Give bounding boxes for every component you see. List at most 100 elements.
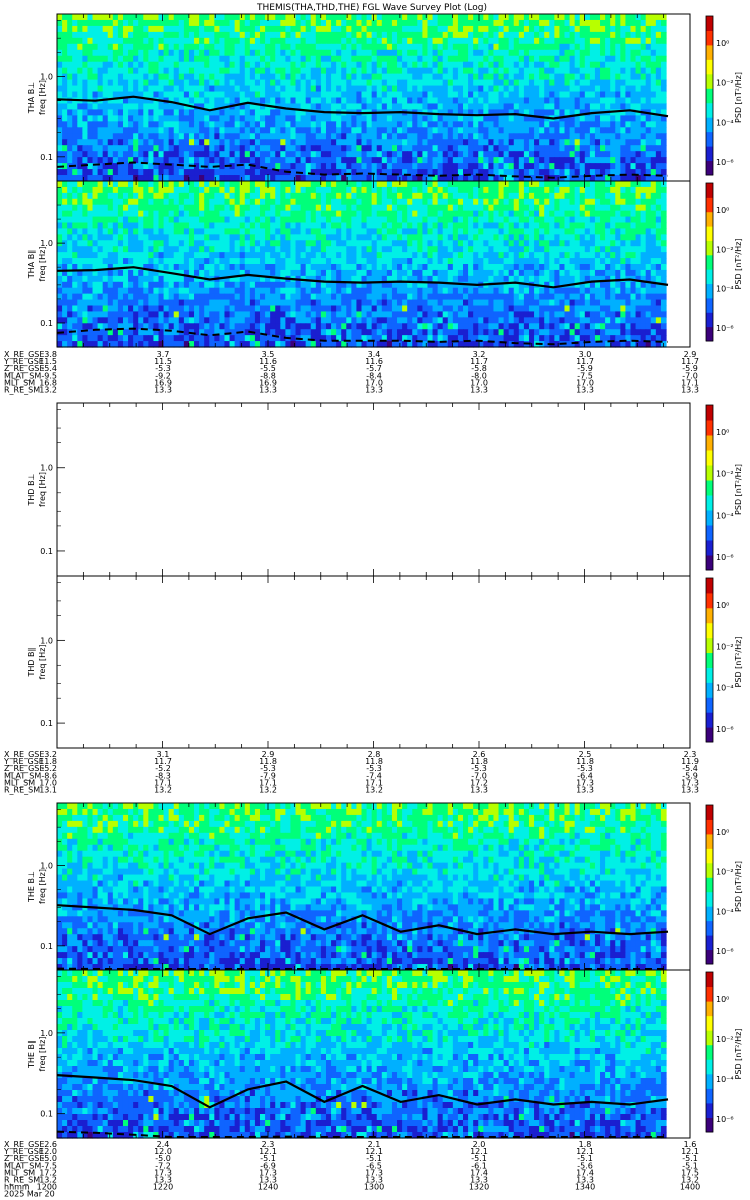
spectro-cell [97,73,104,81]
spectro-cell [498,67,505,75]
spectro-cell [463,25,469,33]
spectro-cell [209,49,215,57]
spectro-cell [336,73,342,81]
spectro-cell [620,14,626,21]
spectro-cell [173,61,180,69]
spectro-cell [427,234,434,241]
spectro-cell [275,198,281,206]
spectro-cell [295,37,302,45]
spectro-cell [270,198,276,206]
spectro-cell [554,97,561,105]
spectro-cell [523,133,530,140]
spectro-cell [483,157,489,164]
spectro-cell [528,157,535,164]
spectro-cell [356,37,363,45]
spectro-cell [539,222,545,230]
spectro-cell [300,127,307,134]
spectro-cell [188,216,195,224]
spectro-cell [625,79,632,87]
spectro-cell [168,109,175,116]
spectro-cell [224,73,231,81]
spectro-cell [640,234,647,241]
spectro-cell [528,43,535,51]
spectro-cell [107,121,114,128]
spectro-cell [473,181,479,188]
spectro-cell [148,43,155,51]
spectro-cell [447,228,454,235]
spectro-cell [610,61,616,69]
spectro-cell [219,210,226,218]
spectro-cell [655,198,662,206]
spectro-cell [376,91,383,99]
spectro-cell [645,186,652,194]
spectro-cell [544,145,550,152]
spectro-cell [173,186,180,194]
spectro-cell [600,181,606,188]
spectro-cell [122,61,129,69]
spectro-cell [412,192,418,200]
spectro-cell [133,31,139,39]
spectro-cell [148,145,155,152]
spectro-cell [437,186,444,194]
spectro-cell [544,73,550,81]
spectro-cell [483,103,489,111]
spectro-cell [559,14,566,21]
spectro-cell [178,145,185,152]
spectro-cell [584,115,591,122]
spectro-cell [239,37,246,45]
spectro-cell [219,25,226,33]
spectro-cell [214,252,220,259]
spectro-cell [402,49,408,57]
spectro-cell [574,61,581,69]
spectro-cell [280,121,286,128]
spectro-cell [295,181,302,188]
spectro-cell [417,145,423,152]
spectro-cell [341,157,347,164]
spectro-cell [254,31,261,39]
spectro-cell [336,216,342,224]
spectro-cell [513,216,520,224]
spectro-cell [229,204,236,212]
spectro-cell [432,228,439,235]
spectro-cell [402,127,408,134]
spectro-cell [341,67,347,75]
spectro-cell [549,121,555,128]
spectro-cell [87,210,94,218]
spectro-cell [234,210,241,218]
spectro-cell [518,252,525,259]
spectro-cell [447,19,454,27]
spectro-cell [219,61,226,69]
spectro-cell [133,19,139,27]
spectro-cell [67,192,73,200]
spectro-cell [87,61,94,69]
spectro-cell [336,91,342,99]
spectro-cell [112,151,119,158]
spectro-cell [102,228,109,235]
spectro-cell [87,240,94,247]
spectro-cell [224,157,231,164]
spectro-cell [214,73,220,81]
spectro-cell [320,14,327,21]
spectro-cell [645,133,652,140]
spectro-cell [366,14,373,21]
spectro-cell [331,139,337,146]
spectro-cell [265,97,271,105]
spectro-cell [254,157,261,164]
spectro-cell [153,204,160,212]
spectro-cell [635,79,642,87]
spectro-cell [260,210,266,218]
spectro-cell [366,222,373,230]
spectro-cell [600,85,606,93]
spectro-cell [188,73,195,81]
spectro-cell [640,127,647,134]
spectro-cell [584,73,591,81]
spectro-cell [381,37,388,45]
spectro-cell [107,157,114,164]
spectro-cell [204,216,210,224]
spectro-cell [549,31,555,39]
spectro-cell [594,228,601,235]
spectro-cell [138,19,144,27]
spectro-cell [249,169,256,176]
spectro-cell [239,25,246,33]
spectro-cell [569,19,576,27]
